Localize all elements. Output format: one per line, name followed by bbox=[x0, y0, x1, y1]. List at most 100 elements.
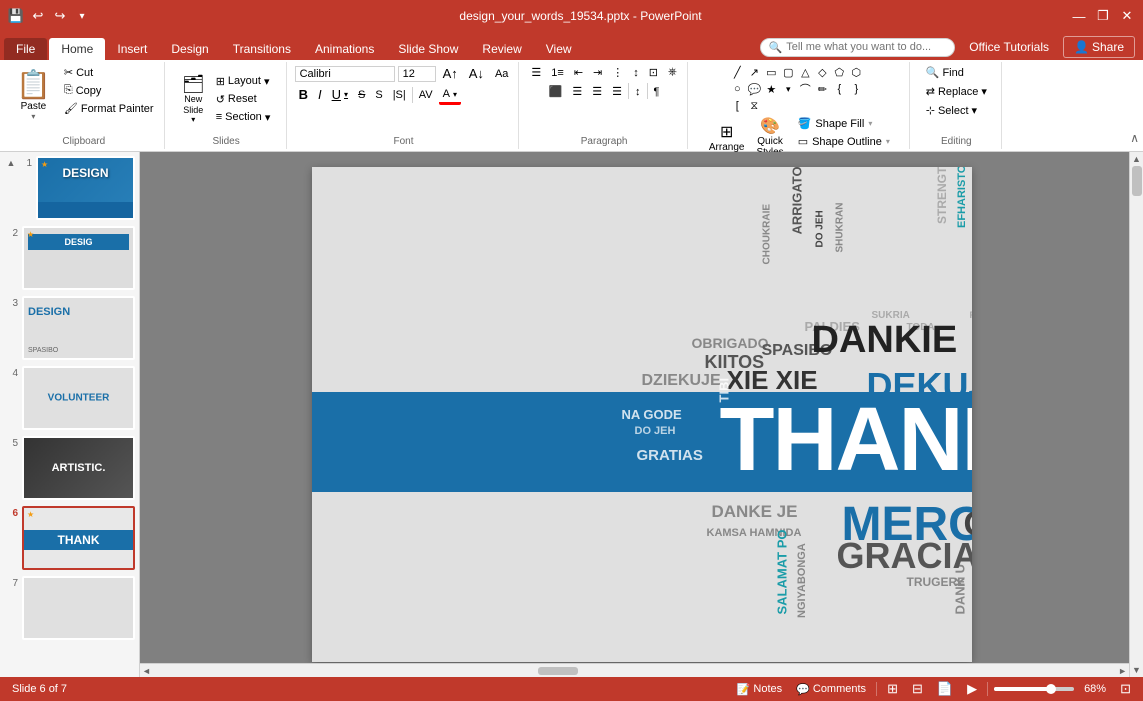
shape-diamond[interactable]: ◇ bbox=[814, 64, 830, 80]
undo-icon[interactable]: ↩ bbox=[30, 8, 46, 24]
shape-pentagon[interactable]: ⬠ bbox=[831, 64, 847, 80]
shape-bracket[interactable]: [ bbox=[729, 98, 745, 114]
shape-special[interactable]: ⧖ bbox=[746, 98, 762, 114]
normal-view-button[interactable]: ⊞ bbox=[883, 680, 902, 698]
paste-button[interactable]: 📋 Paste ▾ bbox=[10, 64, 57, 124]
ribbon-collapse-button[interactable]: ∧ bbox=[1130, 62, 1139, 149]
slide-thumb-2[interactable]: 2 DESIG ★ bbox=[4, 226, 135, 290]
scroll-thumb[interactable] bbox=[1132, 166, 1142, 196]
tab-file[interactable]: File bbox=[4, 38, 47, 60]
shape-hexagon[interactable]: ⬡ bbox=[848, 64, 864, 80]
increase-font-button[interactable]: A↑ bbox=[439, 64, 462, 83]
paragraph-spacing-button[interactable]: ¶ bbox=[650, 83, 664, 100]
notes-button[interactable]: 📝 Notes bbox=[733, 682, 786, 697]
columns-button[interactable]: ⋮ bbox=[608, 64, 627, 81]
shape-callout[interactable]: 💬 bbox=[746, 81, 762, 97]
section-button[interactable]: ≡ Section ▾ bbox=[212, 109, 275, 126]
tab-design[interactable]: Design bbox=[159, 38, 220, 60]
shape-ellipse[interactable]: ○ bbox=[729, 81, 745, 97]
shape-curve[interactable]: ⌒ bbox=[797, 81, 813, 97]
align-text-button[interactable]: ⊡ bbox=[645, 64, 662, 81]
format-painter-button[interactable]: 🖌 Format Painter bbox=[60, 100, 158, 117]
slide-thumb-1[interactable]: 1 DESIGN ★ bbox=[18, 156, 135, 220]
decrease-indent-button[interactable]: ⇤ bbox=[570, 64, 587, 81]
tab-review[interactable]: Review bbox=[470, 38, 533, 60]
font-size-selector[interactable]: 12 bbox=[398, 66, 436, 82]
slide-thumb-6[interactable]: 6 THANK ★ bbox=[4, 506, 135, 570]
quick-access-dropdown[interactable]: ▾ bbox=[74, 8, 90, 24]
tab-home[interactable]: Home bbox=[49, 38, 105, 60]
scroll-down-button[interactable]: ▼ bbox=[1130, 663, 1143, 677]
tab-transitions[interactable]: Transitions bbox=[221, 38, 303, 60]
scroll-up-button[interactable]: ▲ bbox=[1130, 152, 1143, 166]
zoom-thumb[interactable] bbox=[1046, 684, 1056, 694]
copy-button[interactable]: ⎘ Copy bbox=[60, 82, 158, 99]
slideshow-button[interactable]: ▶ bbox=[963, 680, 981, 698]
shape-triangle[interactable]: △ bbox=[797, 64, 813, 80]
numbering-button[interactable]: 1≡ bbox=[547, 64, 568, 81]
font-color-button[interactable]: A ▾ bbox=[439, 86, 461, 105]
cut-button[interactable]: ✂ Cut bbox=[60, 64, 158, 81]
decrease-font-button[interactable]: A↓ bbox=[465, 64, 488, 83]
clear-all-button[interactable]: |S| bbox=[389, 87, 410, 103]
scroll-right-button[interactable]: ► bbox=[1116, 664, 1129, 678]
save-icon[interactable]: 💾 bbox=[8, 8, 24, 24]
slide-panel-scroll-up[interactable]: ▲ bbox=[7, 158, 16, 168]
search-input[interactable] bbox=[786, 41, 946, 53]
find-button[interactable]: 🔍 Find bbox=[922, 64, 968, 81]
tab-view[interactable]: View bbox=[534, 38, 584, 60]
shape-rounded-rect[interactable]: ▢ bbox=[780, 64, 796, 80]
tab-insert[interactable]: Insert bbox=[105, 38, 159, 60]
slide-thumb-5[interactable]: 5 ARTISTIC. bbox=[4, 436, 135, 500]
fit-slide-button[interactable]: ⊡ bbox=[1116, 680, 1135, 698]
slide-thumb-4[interactable]: 4 VOLUNTEER bbox=[4, 366, 135, 430]
replace-button[interactable]: ⇄ Replace ▾ bbox=[922, 83, 991, 100]
line-spacing-button[interactable]: ↕ bbox=[631, 83, 645, 100]
close-button[interactable]: ✕ bbox=[1119, 8, 1135, 24]
redo-icon[interactable]: ↪ bbox=[52, 8, 68, 24]
tell-me-search[interactable]: 🔍 bbox=[760, 38, 956, 57]
shape-lbrace[interactable]: { bbox=[831, 81, 847, 97]
shape-fill-button[interactable]: 🪣 Shape Fill ▾ bbox=[792, 115, 898, 132]
justify-button[interactable]: ☰ bbox=[608, 83, 626, 100]
shape-rbrace[interactable]: } bbox=[848, 81, 864, 97]
shape-freeform[interactable]: ✏ bbox=[814, 81, 830, 97]
minimize-button[interactable]: — bbox=[1071, 8, 1087, 24]
layout-button[interactable]: ⊞ Layout ▾ bbox=[212, 73, 275, 90]
select-button[interactable]: ⊹ Select ▾ bbox=[922, 102, 981, 119]
italic-button[interactable]: I bbox=[314, 85, 326, 104]
h-scroll-thumb[interactable] bbox=[538, 667, 578, 675]
shape-more[interactable]: ▾ bbox=[780, 81, 796, 97]
shape-line[interactable]: ╱ bbox=[729, 64, 745, 80]
text-shadow-button[interactable]: S bbox=[371, 87, 386, 103]
restore-button[interactable]: ❐ bbox=[1095, 8, 1111, 24]
zoom-level[interactable]: 68% bbox=[1080, 682, 1110, 696]
font-name-selector[interactable]: Calibri bbox=[295, 66, 395, 82]
zoom-slider[interactable] bbox=[994, 687, 1074, 691]
office-tutorials-button[interactable]: Office Tutorials bbox=[959, 37, 1059, 57]
align-right-button[interactable]: ☰ bbox=[588, 83, 606, 100]
share-button[interactable]: 👤 Share bbox=[1063, 36, 1135, 58]
strikethrough-button[interactable]: S bbox=[354, 87, 369, 103]
tab-animations[interactable]: Animations bbox=[303, 38, 386, 60]
shape-outline-button[interactable]: ▭ Shape Outline ▾ bbox=[792, 133, 898, 150]
shape-rect[interactable]: ▭ bbox=[763, 64, 779, 80]
slide-sorter-button[interactable]: ⊟ bbox=[908, 680, 927, 698]
slide-canvas[interactable]: CHOUKRAIE ARRIGATO DO JEH SHUKRAN STRENG… bbox=[312, 167, 972, 662]
new-slide-button[interactable]: 🗂 New Slide ▾ bbox=[178, 72, 209, 127]
paste-dropdown[interactable]: ▾ bbox=[31, 112, 35, 121]
clear-format-button[interactable]: Aa bbox=[491, 66, 512, 82]
reset-button[interactable]: ↺ Reset bbox=[212, 91, 275, 108]
underline-button[interactable]: U ▾ bbox=[328, 85, 352, 104]
align-center-button[interactable]: ☰ bbox=[568, 83, 586, 100]
align-left-button[interactable]: ⬛ bbox=[545, 83, 567, 100]
shape-arrow[interactable]: ↗ bbox=[746, 64, 762, 80]
text-direction-button[interactable]: ↕ bbox=[629, 64, 643, 81]
bold-button[interactable]: B bbox=[295, 85, 312, 104]
reading-view-button[interactable]: 📄 bbox=[933, 680, 957, 698]
slide-thumb-3[interactable]: 3 DESIGN SPASIBO bbox=[4, 296, 135, 360]
smartart-button[interactable]: ⎈ bbox=[664, 64, 681, 81]
increase-indent-button[interactable]: ⇥ bbox=[589, 64, 606, 81]
tab-slideshow[interactable]: Slide Show bbox=[386, 38, 470, 60]
comments-button[interactable]: 💬 Comments bbox=[792, 682, 870, 697]
